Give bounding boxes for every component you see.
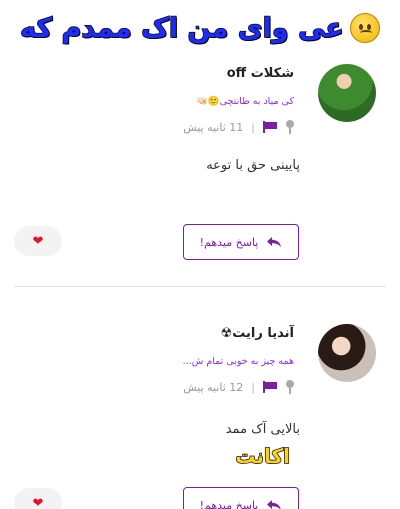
reply-arrow-icon bbox=[267, 500, 282, 509]
sticker-overlay-text: اکانت bbox=[235, 443, 291, 469]
worried-face-icon bbox=[349, 13, 380, 43]
comment-bio: کی میاد به طانتچی🙂🤜🏻 bbox=[196, 96, 294, 107]
avatar[interactable] bbox=[318, 64, 376, 122]
heart-icon: ❤ bbox=[32, 495, 44, 509]
sticker-banner: عی وای من اک ممدم که bbox=[0, 8, 400, 48]
comment-bio: همه چیز به خوبی تمام ش... bbox=[182, 356, 294, 367]
reply-arrow-icon bbox=[267, 237, 282, 247]
reply-button-label: پاسخ میدهم! bbox=[199, 235, 259, 249]
banner-text: عی وای من اک ممدم که bbox=[19, 12, 344, 45]
comment-body: پایینی حق با توعه bbox=[206, 158, 300, 173]
pin-icon[interactable] bbox=[285, 120, 295, 134]
comment-meta: | 11 ثانیه پیش bbox=[183, 120, 295, 134]
flag-icon[interactable] bbox=[263, 381, 277, 393]
like-button[interactable]: ❤ bbox=[14, 488, 62, 509]
comment-body: بالایی آک ممد bbox=[225, 422, 300, 437]
reply-button[interactable]: پاسخ میدهم! bbox=[183, 487, 299, 509]
comment-item: آندیا رایت☢ همه چیز به خوبی تمام ش... | … bbox=[0, 318, 400, 509]
comment-meta: | 12 ثانیه پیش bbox=[183, 380, 295, 394]
comment-time: 11 ثانیه پیش bbox=[183, 120, 244, 134]
pin-icon[interactable] bbox=[285, 380, 295, 394]
reply-button[interactable]: پاسخ میدهم! bbox=[183, 224, 299, 260]
reply-button-label: پاسخ میدهم! bbox=[199, 498, 259, 509]
flag-icon[interactable] bbox=[263, 121, 277, 133]
avatar[interactable] bbox=[318, 324, 376, 382]
comment-item: شکلات off کی میاد به طانتچی🙂🤜🏻 | 11 ثانی… bbox=[0, 58, 400, 278]
comment-time: 12 ثانیه پیش bbox=[183, 380, 244, 394]
comment-divider bbox=[14, 286, 386, 287]
like-button[interactable]: ❤ bbox=[14, 226, 62, 256]
comment-username[interactable]: شکلات off bbox=[227, 66, 294, 81]
heart-icon: ❤ bbox=[32, 233, 44, 249]
comment-username[interactable]: آندیا رایت☢ bbox=[221, 326, 294, 341]
